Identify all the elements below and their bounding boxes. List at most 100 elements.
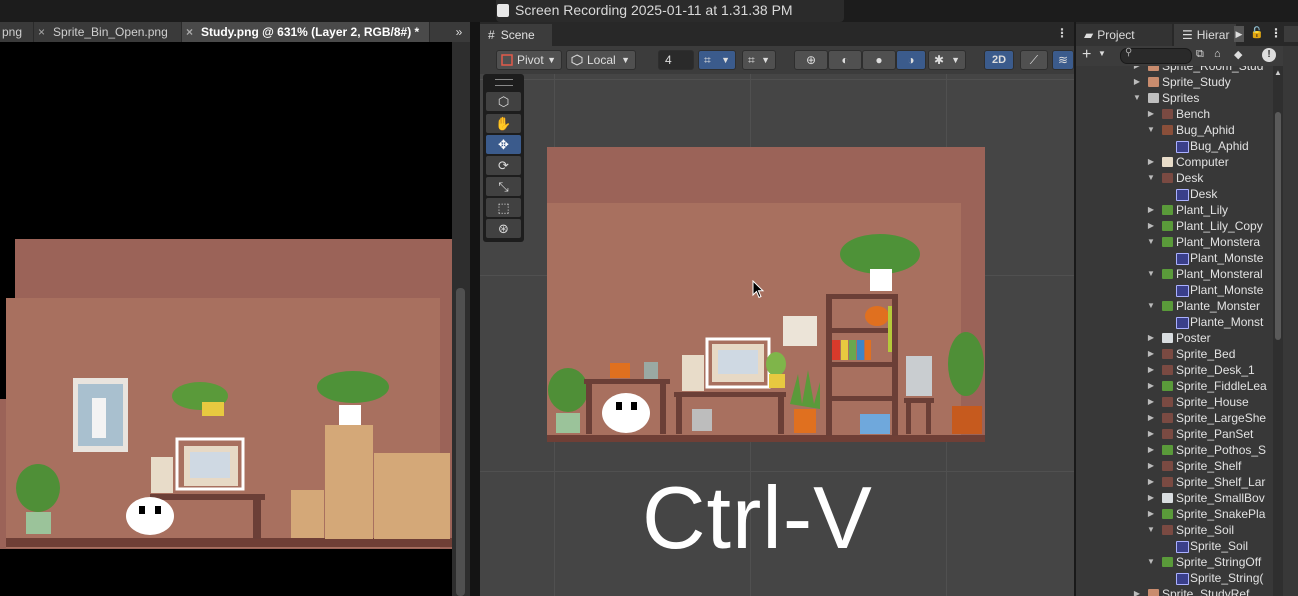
doc-tab-sprite-bin-open[interactable]: × Sprite_Bin_Open.png (34, 22, 182, 42)
hierarchy-row[interactable]: ▶ Sprite_Desk_1 (1076, 362, 1276, 378)
hierarchy-row[interactable]: ▶ Sprite_Room_Stud (1076, 66, 1276, 74)
pivot-dropdown[interactable]: Pivot ▼ (496, 50, 562, 70)
hierarchy-row[interactable]: ▶ Sprite_StudyRef (1076, 586, 1276, 596)
hierarchy-row[interactable]: Plant_Monste (1076, 250, 1276, 266)
hierarchy-row[interactable]: ▼ Sprite_StringOff (1076, 554, 1276, 570)
scene-view[interactable]: Ctrl-V (480, 74, 1074, 596)
collapsed-arrow-icon[interactable]: ▶ (1146, 378, 1156, 394)
scroll-up-icon[interactable]: ▲ (1274, 68, 1282, 77)
tab-project[interactable]: ▰ Project (1076, 24, 1172, 46)
hierarchy-row[interactable]: ▶ Plant_Lily (1076, 202, 1276, 218)
close-icon[interactable]: × (186, 25, 193, 39)
hierarchy-row[interactable]: Desk (1076, 186, 1276, 202)
doc-tab-study[interactable]: × Study.png @ 631% (Layer 2, RGB/8#) * (182, 22, 430, 42)
tab-overflow-icon[interactable]: » (448, 22, 470, 42)
mode-2d-toggle[interactable]: 2D (984, 50, 1014, 70)
rotate-tool-button[interactable]: ⟳ (486, 156, 521, 175)
expanded-arrow-icon[interactable]: ▼ (1146, 522, 1156, 538)
canvas-vertical-scrollbar[interactable] (452, 42, 470, 596)
hierarchy-row[interactable]: Plant_Monste (1076, 282, 1276, 298)
hierarchy-row[interactable]: ▶ Plant_Lily_Copy (1076, 218, 1276, 234)
grid-size-input[interactable]: 4 (658, 50, 694, 70)
tab-scroll-right-icon[interactable]: ▶ (1234, 26, 1244, 42)
expanded-arrow-icon[interactable]: ▼ (1132, 90, 1142, 106)
collapsed-arrow-icon[interactable]: ▶ (1146, 410, 1156, 426)
hierarchy-row[interactable]: ▶ Sprite_Shelf (1076, 458, 1276, 474)
hierarchy-row[interactable]: ▶ Sprite_Bed (1076, 346, 1276, 362)
photoshop-canvas[interactable] (0, 42, 452, 596)
grid-snap-toggle[interactable]: ⌗ ▼ (698, 50, 736, 70)
shaded-button[interactable]: ● (862, 50, 896, 70)
tag-icon[interactable]: ◆ (1234, 48, 1242, 61)
panel-splitter[interactable] (470, 22, 480, 596)
hierarchy-row[interactable]: ▼ Sprite_Soil (1076, 522, 1276, 538)
chevron-down-icon[interactable]: ▼ (1098, 49, 1106, 58)
collapsed-arrow-icon[interactable]: ▶ (1132, 66, 1142, 74)
hierarchy-row[interactable]: Bug_Aphid (1076, 138, 1276, 154)
lock-icon[interactable]: 🔓 (1250, 26, 1264, 39)
close-icon[interactable]: × (38, 25, 45, 39)
search-input[interactable]: ⚲ (1120, 47, 1192, 64)
hierarchy-row[interactable]: ▶ Bench (1076, 106, 1276, 122)
hierarchy-row[interactable]: ▶ Sprite_SnakePla (1076, 506, 1276, 522)
collapsed-arrow-icon[interactable]: ▶ (1146, 218, 1156, 234)
collapsed-arrow-icon[interactable]: ▶ (1146, 362, 1156, 378)
warning-icon[interactable]: ! (1262, 48, 1276, 62)
hierarchy-row[interactable]: ▶ Sprite_SmallBov (1076, 490, 1276, 506)
drag-handle-icon[interactable] (495, 79, 513, 86)
search-by-type-icon[interactable]: ⧉ (1196, 48, 1204, 61)
shaded-wireframe-button[interactable]: ◐ (828, 50, 862, 70)
hierarchy-row[interactable]: ▶ Sprite_House (1076, 394, 1276, 410)
collapsed-arrow-icon[interactable]: ▶ (1146, 202, 1156, 218)
tab-scene[interactable]: # Scene (480, 24, 552, 46)
hierarchy-row[interactable]: ▶ Sprite_Pothos_S (1076, 442, 1276, 458)
hierarchy-row[interactable]: ▶ Sprite_Shelf_Lar (1076, 474, 1276, 490)
more-menu-icon[interactable]: ⋮ (1056, 26, 1068, 40)
wireframe-button[interactable]: ⊕ (794, 50, 828, 70)
hierarchy-row[interactable]: ▼ Sprites (1076, 90, 1276, 106)
expanded-arrow-icon[interactable]: ▼ (1146, 298, 1156, 314)
hierarchy-row[interactable]: ▶ Sprite_FiddleLea (1076, 378, 1276, 394)
hierarchy-row[interactable]: ▼ Desk (1076, 170, 1276, 186)
hierarchy-row[interactable]: ▶ Sprite_LargeShe (1076, 410, 1276, 426)
grid-visibility-toggle[interactable]: ⌗ ▼ (742, 50, 776, 70)
more-menu-icon[interactable]: ⋮ (1270, 26, 1282, 40)
scale-tool-button[interactable]: ⤡ (486, 177, 521, 196)
hierarchy-row[interactable]: ▼ Plant_Monsteral (1076, 266, 1276, 282)
hand-tool-button[interactable]: ✋ (486, 114, 521, 133)
hierarchy-row[interactable]: Sprite_Soil (1076, 538, 1276, 554)
expanded-arrow-icon[interactable]: ▼ (1146, 554, 1156, 570)
scrollbar-thumb[interactable] (456, 288, 465, 596)
hierarchy-row[interactable]: ▶ Computer (1076, 154, 1276, 170)
collapsed-arrow-icon[interactable]: ▶ (1146, 330, 1156, 346)
hierarchy-row[interactable]: ▼ Bug_Aphid (1076, 122, 1276, 138)
collapsed-arrow-icon[interactable]: ▶ (1146, 346, 1156, 362)
hierarchy-row[interactable]: ▶ Sprite_Study (1076, 74, 1276, 90)
expanded-arrow-icon[interactable]: ▼ (1146, 234, 1156, 250)
hierarchy-row[interactable]: ▼ Plant_Monstera (1076, 234, 1276, 250)
collapsed-arrow-icon[interactable]: ▶ (1146, 394, 1156, 410)
effects-toggle[interactable]: ≋ (1052, 50, 1074, 70)
transform-tool-button[interactable]: ⊛ (486, 219, 521, 238)
view-cube-button[interactable]: ⬡ (486, 92, 521, 111)
collapsed-arrow-icon[interactable]: ▶ (1132, 586, 1142, 596)
collapsed-arrow-icon[interactable]: ▶ (1146, 458, 1156, 474)
collapsed-arrow-icon[interactable]: ▶ (1146, 506, 1156, 522)
collapsed-arrow-icon[interactable]: ▶ (1146, 154, 1156, 170)
hierarchy-row[interactable]: ▼ Plante_Monster (1076, 298, 1276, 314)
hierarchy-row[interactable]: Plante_Monst (1076, 314, 1276, 330)
hierarchy-row[interactable]: ▶ Poster (1076, 330, 1276, 346)
collapsed-arrow-icon[interactable]: ▶ (1146, 106, 1156, 122)
collapsed-arrow-icon[interactable]: ▶ (1146, 474, 1156, 490)
tab-hierarchy[interactable]: ☰ Hierar (1174, 24, 1236, 46)
expanded-arrow-icon[interactable]: ▼ (1146, 170, 1156, 186)
scrollbar-thumb[interactable] (1275, 112, 1281, 340)
collapsed-arrow-icon[interactable]: ▶ (1132, 74, 1142, 90)
space-dropdown[interactable]: Local ▼ (566, 50, 636, 70)
debug-dropdown[interactable]: ✱ ▼ (928, 50, 966, 70)
filter-icon[interactable]: ⌂ (1214, 48, 1221, 60)
rect-tool-button[interactable]: ⬚ (486, 198, 521, 217)
hierarchy-row[interactable]: Sprite_String( (1076, 570, 1276, 586)
move-tool-button[interactable]: ✥ (486, 135, 521, 154)
collapsed-arrow-icon[interactable]: ▶ (1146, 442, 1156, 458)
